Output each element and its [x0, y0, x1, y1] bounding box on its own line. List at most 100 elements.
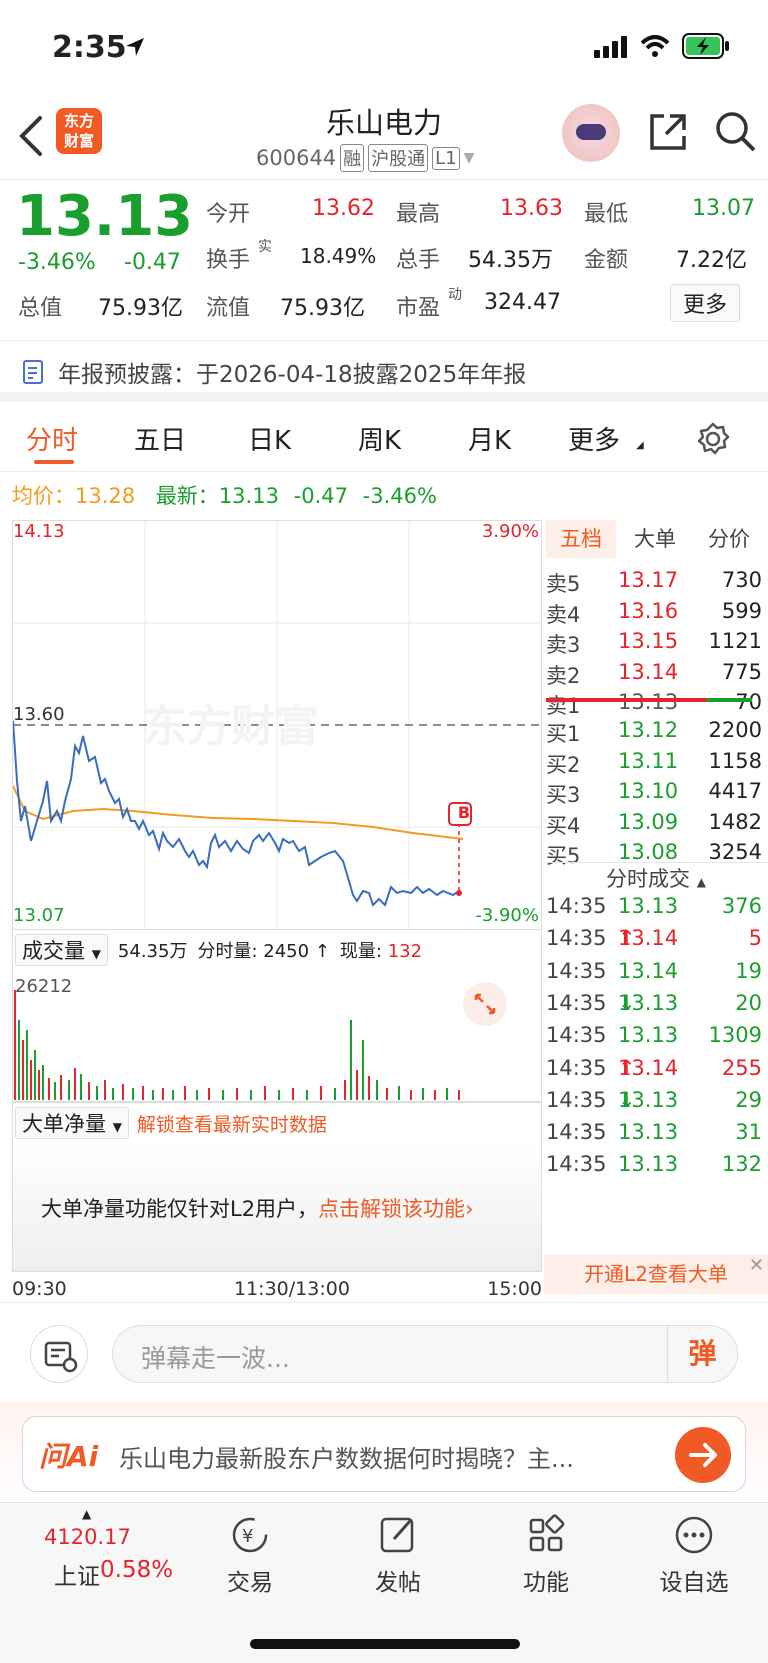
l2-upsell-text: 开通L2查看大单 — [584, 1262, 728, 1286]
bid-price: 13.11 — [618, 748, 679, 773]
tab-intraday[interactable]: 分时 — [26, 420, 78, 457]
index-ticker[interactable]: ▲ 4120.17 上证 0.58% — [20, 1507, 174, 1607]
danmu-settings-button[interactable] — [30, 1325, 88, 1383]
assistant-avatar[interactable] — [562, 104, 620, 162]
nav-add-watchlist[interactable]: 设自选 — [634, 1513, 754, 1597]
nav-functions-label: 功能 — [523, 1570, 569, 1596]
index-pct: 0.58% — [100, 1557, 174, 1583]
high-label: 最高 — [396, 202, 441, 227]
bid-level-label: 买4 — [546, 813, 581, 838]
mcap-value: 75.93亿 — [98, 296, 183, 321]
tick-volume: 255 — [721, 1055, 762, 1080]
chart-watermark: 东方财富 — [143, 701, 319, 752]
bid-volume: 4417 — [708, 779, 762, 803]
unlock-link[interactable]: 点击解锁该功能 — [318, 1197, 465, 1221]
latest-change: -0.47 — [293, 484, 348, 508]
now-volume-value: 132 — [387, 941, 423, 962]
ask-price: 13.14 — [618, 659, 679, 684]
tick-volume: 376 — [721, 894, 762, 918]
big-order-header: 大单净量 ▼ 解锁查看最新实时数据 — [15, 1107, 327, 1139]
settings-gear-icon[interactable] — [696, 422, 730, 456]
danmu-placeholder: 弹幕走一波... — [141, 1344, 290, 1373]
bid-ask-ratio-bar — [546, 698, 752, 702]
fs-volume-arrow: ↑ — [314, 941, 330, 962]
search-icon[interactable] — [714, 110, 758, 154]
tab-weekly-k[interactable]: 周K — [358, 420, 401, 457]
ask-price: 13.13 — [618, 690, 679, 714]
danmu-bar: 弹幕走一波... 弹 — [0, 1302, 768, 1402]
tick-time: 14:35 — [546, 926, 607, 951]
bid-level-label: 买2 — [546, 752, 581, 777]
expand-button[interactable] — [463, 982, 507, 1026]
annual-report-notice[interactable]: 年报预披露：于2026-04-18披露2025年年报 — [0, 340, 768, 402]
status-time: 2:35 — [52, 30, 127, 65]
tab-five-levels[interactable]: 五档 — [546, 520, 616, 558]
tab-daily-k[interactable]: 日K — [248, 420, 291, 457]
tab-price-distribution[interactable]: 分价 — [692, 520, 766, 558]
bid-level-row: 买4 13.09 1482 — [544, 810, 762, 842]
nav-functions[interactable]: 功能 — [486, 1513, 606, 1597]
bid-price: 13.09 — [618, 809, 679, 834]
bid-level-row: 买3 13.10 4417 — [544, 779, 762, 811]
big-order-panel: 大单净量 ▼ 解锁查看最新实时数据 大单净量功能仅针对L2用户，点击解锁该功能› — [12, 1102, 542, 1272]
float-label: 流值 — [206, 296, 251, 321]
volume-total: 54.35万 — [117, 941, 188, 962]
more-button[interactable]: 更多 — [670, 284, 741, 322]
intraday-price-chart[interactable]: 东方财富 B 14.13 3.90% 13.60 13.07 -3.90% — [12, 520, 542, 930]
unlock-hint[interactable]: 解锁查看最新实时数据 — [137, 1110, 327, 1137]
share-icon[interactable] — [648, 112, 688, 152]
tick-row: 14:35 13.14 ↑ 255 — [544, 1056, 762, 1088]
y-max-pct: 3.90% — [481, 521, 539, 542]
volume-header: 成交量 ▼ 54.35万 分时量: 2450 ↑ 现量: 132 — [15, 934, 422, 966]
mcap-label: 总值 — [18, 296, 63, 321]
danmu-send-button[interactable]: 弹 — [667, 1326, 737, 1382]
y-max-label: 14.13 — [13, 521, 65, 542]
tab-monthly-k[interactable]: 月K — [468, 420, 511, 457]
tick-time: 14:35 — [546, 1055, 607, 1080]
tick-volume: 132 — [721, 1152, 762, 1177]
ask-level-row: 卖3 13.15 1121 — [544, 629, 762, 661]
tick-time: 14:35 — [546, 1087, 607, 1112]
price-chart-canvas: 东方财富 — [13, 521, 541, 929]
ask-level-row: 卖2 13.14 775 — [544, 660, 762, 692]
buy-marker[interactable]: B — [453, 803, 475, 822]
ask-volume: 70 — [735, 690, 762, 714]
fs-volume-value: 2450 — [263, 941, 310, 962]
y-min-pct: -3.90% — [475, 905, 539, 926]
volume-selector[interactable]: 成交量 ▼ — [15, 934, 108, 966]
now-volume-label: 现量: — [339, 941, 382, 962]
battery-charging-icon — [682, 33, 729, 59]
status-bar: 2:35 — [0, 0, 768, 96]
back-icon[interactable] — [18, 116, 44, 156]
ai-go-button[interactable] — [675, 1427, 731, 1483]
nav-trade[interactable]: ¥ 交易 — [190, 1513, 310, 1597]
notice-text: 年报预披露：于2026-04-18披露2025年年报 — [58, 362, 527, 388]
amount-label: 金额 — [584, 248, 629, 273]
tick-time: 14:35 — [546, 894, 607, 918]
expand-icon — [474, 993, 496, 1015]
volume-value: 54.35万 — [468, 248, 553, 273]
ask-price: 13.17 — [618, 568, 679, 592]
tick-row: 14:35 13.13 376 — [544, 894, 762, 926]
tab-5day[interactable]: 五日 — [134, 420, 186, 457]
danmu-input[interactable]: 弹幕走一波... 弹 — [112, 1325, 738, 1383]
ai-ask-card[interactable]: 问Ai 乐山电力最新股东户数数据何时揭晓？主... — [22, 1416, 746, 1492]
bottom-nav: ▲ 4120.17 上证 0.58% ¥ 交易 发帖 功能 设自选 — [0, 1502, 768, 1663]
tab-more[interactable]: 更多 — [568, 420, 620, 457]
document-icon — [23, 360, 43, 384]
stock-code-row[interactable]: 600644 融 沪股通 L1 ▼ — [256, 144, 474, 172]
big-order-selector[interactable]: 大单净量 ▼ — [15, 1107, 129, 1139]
tick-volume: 5 — [748, 926, 762, 951]
caret-up-icon: ▲ — [696, 875, 706, 889]
bid-level-label: 买3 — [546, 783, 581, 807]
tick-row: 14:35 13.13 ↓ 20 — [544, 991, 762, 1023]
ticks-header[interactable]: 分时成交 ▲ — [544, 862, 768, 892]
nav-post[interactable]: 发帖 — [338, 1513, 458, 1597]
close-icon[interactable]: ✕ — [749, 1246, 764, 1286]
last-price: 13.13 — [16, 184, 194, 249]
tick-row: 14:35 13.13 1309 — [544, 1023, 762, 1055]
tab-big-orders[interactable]: 大单 — [620, 520, 690, 558]
volume-selector-label: 成交量 — [22, 939, 85, 963]
time-axis: 09:30 11:30/13:00 15:00 — [12, 1276, 542, 1302]
l2-upsell-banner[interactable]: 开通L2查看大单 ✕ — [544, 1254, 768, 1294]
